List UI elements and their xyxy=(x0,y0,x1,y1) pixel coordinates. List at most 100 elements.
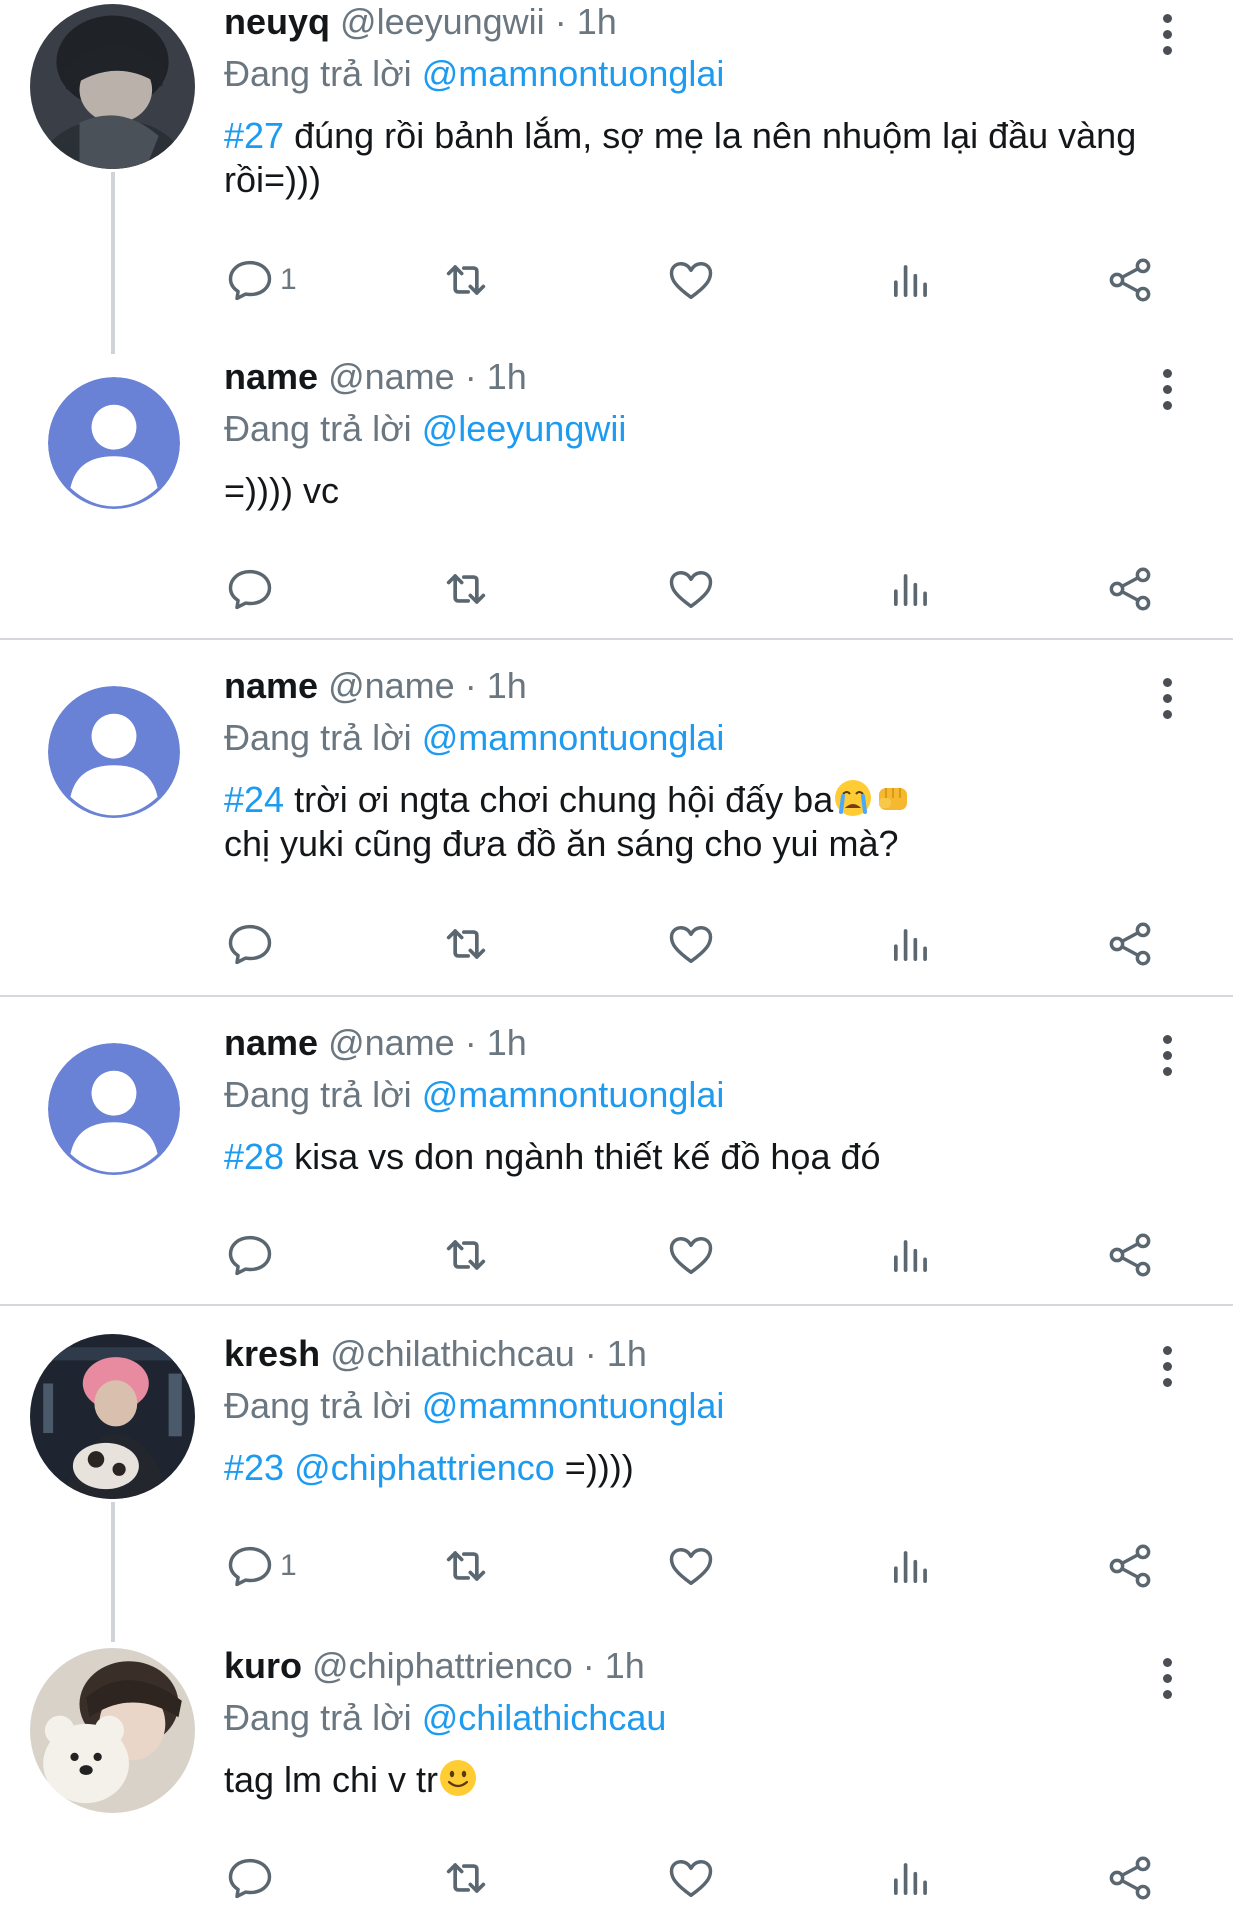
reply-to-link[interactable]: @mamnontuonglai xyxy=(422,53,725,94)
retweet-button[interactable] xyxy=(440,1848,492,1908)
reply-to-link[interactable]: @chilathichcau xyxy=(422,1697,667,1738)
tweet-body: =)))) xyxy=(564,1447,634,1488)
share-button[interactable] xyxy=(1104,1536,1156,1596)
reply-icon xyxy=(228,1858,272,1899)
tweet-item[interactable]: name @name · 1h Đang trả lời @mamnontuon… xyxy=(0,1021,1233,1306)
more-options-button[interactable] xyxy=(1157,1035,1177,1077)
reply-feed: neuyq @leeyungwii · 1h Đang trả lời @mam… xyxy=(0,0,1233,1920)
retweet-button[interactable] xyxy=(440,559,492,619)
display-name[interactable]: kuro xyxy=(224,1645,302,1686)
share-icon xyxy=(1109,1233,1151,1277)
retweet-button[interactable] xyxy=(440,1536,492,1596)
hashtag-link[interactable]: #28 xyxy=(224,1136,284,1177)
fist-emoji xyxy=(879,788,908,810)
display-name[interactable]: name xyxy=(224,1022,318,1063)
reply-to-link[interactable]: @leeyungwii xyxy=(422,408,627,449)
more-options-button[interactable] xyxy=(1157,1658,1177,1700)
timestamp[interactable]: 1h xyxy=(487,665,527,706)
reply-prefix: Đang trả lời xyxy=(224,408,412,449)
like-button[interactable] xyxy=(665,1536,717,1596)
more-vertical-icon xyxy=(1162,14,1172,23)
reply-button[interactable]: 1 xyxy=(224,1536,297,1596)
avatar[interactable] xyxy=(48,686,180,818)
like-button[interactable] xyxy=(665,250,717,310)
action-bar xyxy=(224,1225,1183,1285)
separator-dot: · xyxy=(464,1022,477,1063)
like-button[interactable] xyxy=(665,914,717,974)
retweet-button[interactable] xyxy=(440,250,492,310)
more-options-button[interactable] xyxy=(1157,14,1177,56)
like-button[interactable] xyxy=(665,559,717,619)
tweet-item[interactable]: name @name · 1h Đang trả lời @mamnontuon… xyxy=(0,664,1233,997)
more-options-button[interactable] xyxy=(1157,369,1177,411)
views-icon xyxy=(893,574,927,607)
views-button[interactable] xyxy=(885,1536,937,1596)
handle[interactable]: @name xyxy=(328,1022,455,1063)
avatar[interactable] xyxy=(48,377,180,509)
share-button[interactable] xyxy=(1104,1225,1156,1285)
avatar[interactable] xyxy=(30,1334,195,1499)
reply-button[interactable] xyxy=(224,914,280,974)
action-bar: 1 xyxy=(224,1536,1183,1596)
retweet-button[interactable] xyxy=(440,1225,492,1285)
reply-button[interactable] xyxy=(224,559,280,619)
share-icon xyxy=(1109,567,1151,611)
reply-button[interactable]: 1 xyxy=(224,250,297,310)
like-button[interactable] xyxy=(665,1225,717,1285)
share-button[interactable] xyxy=(1104,914,1156,974)
views-button[interactable] xyxy=(885,559,937,619)
share-button[interactable] xyxy=(1104,250,1156,310)
retweet-button[interactable] xyxy=(440,914,492,974)
views-icon xyxy=(893,1863,927,1896)
heart-icon xyxy=(669,571,713,609)
share-button[interactable] xyxy=(1104,559,1156,619)
display-name[interactable]: name xyxy=(224,665,318,706)
handle[interactable]: @name xyxy=(328,356,455,397)
hashtag-link[interactable]: #24 xyxy=(224,779,284,820)
reply-icon xyxy=(228,924,272,965)
tweet-item[interactable]: neuyq @leeyungwii · 1h Đang trả lời @mam… xyxy=(0,0,1233,354)
tweet-text: #24 trời ơi ngta chơi chung hội đấy ba c… xyxy=(224,778,1163,866)
handle[interactable]: @name xyxy=(328,665,455,706)
share-button[interactable] xyxy=(1104,1848,1156,1908)
tweet-item[interactable]: kresh @chilathichcau · 1h Đang trả lời @… xyxy=(0,1332,1233,1642)
views-button[interactable] xyxy=(885,914,937,974)
handle[interactable]: @leeyungwii xyxy=(340,1,545,42)
avatar[interactable] xyxy=(30,1648,195,1813)
timestamp[interactable]: 1h xyxy=(487,1022,527,1063)
tweet-item[interactable]: name @name · 1h Đang trả lời @leeyungwii… xyxy=(0,355,1233,640)
tweet-text: =)))) vc xyxy=(224,469,1163,513)
reply-to-link[interactable]: @mamnontuonglai xyxy=(422,1074,725,1115)
reply-to-link[interactable]: @mamnontuonglai xyxy=(422,717,725,758)
reply-to-link[interactable]: @mamnontuonglai xyxy=(422,1385,725,1426)
more-options-button[interactable] xyxy=(1157,1346,1177,1388)
avatar[interactable] xyxy=(48,1043,180,1175)
mention-link[interactable]: @chiphattrienco xyxy=(294,1447,555,1488)
avatar[interactable] xyxy=(30,4,195,169)
views-button[interactable] xyxy=(885,250,937,310)
reply-icon xyxy=(228,569,272,610)
timestamp[interactable]: 1h xyxy=(577,1,617,42)
timestamp[interactable]: 1h xyxy=(607,1333,647,1374)
tweet-body-line-2: chị yuki cũng đưa đồ ăn sáng cho yui mà? xyxy=(224,823,899,864)
separator-dot: · xyxy=(584,1333,597,1374)
tweet-text: #23 @chiphattrienco =)))) xyxy=(224,1446,1163,1490)
display-name[interactable]: kresh xyxy=(224,1333,320,1374)
views-button[interactable] xyxy=(885,1225,937,1285)
more-options-button[interactable] xyxy=(1157,678,1177,720)
handle[interactable]: @chilathichcau xyxy=(330,1333,575,1374)
reply-button[interactable] xyxy=(224,1848,280,1908)
hashtag-link[interactable]: #23 xyxy=(224,1447,284,1488)
tweet-item[interactable]: kuro @chiphattrienco · 1h Đang trả lời @… xyxy=(0,1644,1233,1920)
timestamp[interactable]: 1h xyxy=(487,356,527,397)
hashtag-link[interactable]: #27 xyxy=(224,115,284,156)
like-button[interactable] xyxy=(665,1848,717,1908)
display-name[interactable]: neuyq xyxy=(224,1,330,42)
display-name[interactable]: name xyxy=(224,356,318,397)
handle[interactable]: @chiphattrienco xyxy=(312,1645,573,1686)
reply-icon xyxy=(228,1546,272,1587)
timestamp[interactable]: 1h xyxy=(605,1645,645,1686)
reply-button[interactable] xyxy=(224,1225,280,1285)
views-icon xyxy=(893,1551,927,1584)
views-button[interactable] xyxy=(885,1848,937,1908)
